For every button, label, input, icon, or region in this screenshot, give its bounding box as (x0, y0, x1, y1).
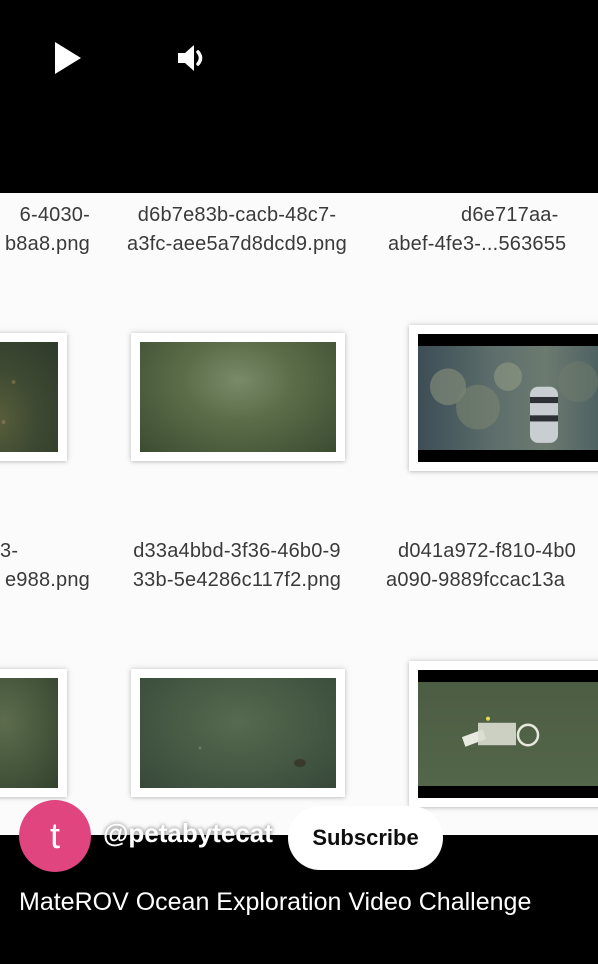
player-top-bar (0, 0, 598, 193)
image-thumbnail[interactable] (0, 669, 67, 797)
volume-icon (178, 45, 203, 71)
image-thumbnail[interactable] (131, 333, 345, 461)
file-label: d6b7e83b-cacb-48c7- a3fc-aee5a7d8dcd9.pn… (127, 204, 347, 255)
play-icon (55, 42, 81, 74)
image-thumbnail[interactable] (131, 669, 345, 797)
video-frame[interactable]: 6-4030- b8a8.png d6b7e83b-cacb-48c7- a3f… (0, 193, 598, 835)
file-label: d6e717aa- abef-4fe3-...563655 (388, 204, 567, 255)
image-thumbnail[interactable] (0, 333, 67, 461)
file-label: d041a972-f810-4b0 a090-9889fccac13a (386, 540, 576, 591)
channel-avatar[interactable]: t (19, 800, 91, 872)
image-thumbnail[interactable] (409, 661, 598, 807)
file-label: 6-4030- b8a8.png (4, 204, 90, 255)
video-title[interactable]: MateROV Ocean Exploration Video Challeng… (19, 888, 531, 917)
image-thumbnail[interactable] (409, 325, 598, 471)
play-button[interactable] (46, 36, 90, 80)
volume-button[interactable] (170, 36, 214, 80)
subscribe-button[interactable]: Subscribe (288, 806, 443, 870)
file-label: 3- e988.png (0, 540, 90, 591)
channel-name[interactable]: @petabytecat (103, 818, 273, 849)
file-label: d33a4bbd-3f36-46b0-9 33b-5e4286c117f2.pn… (132, 540, 342, 591)
